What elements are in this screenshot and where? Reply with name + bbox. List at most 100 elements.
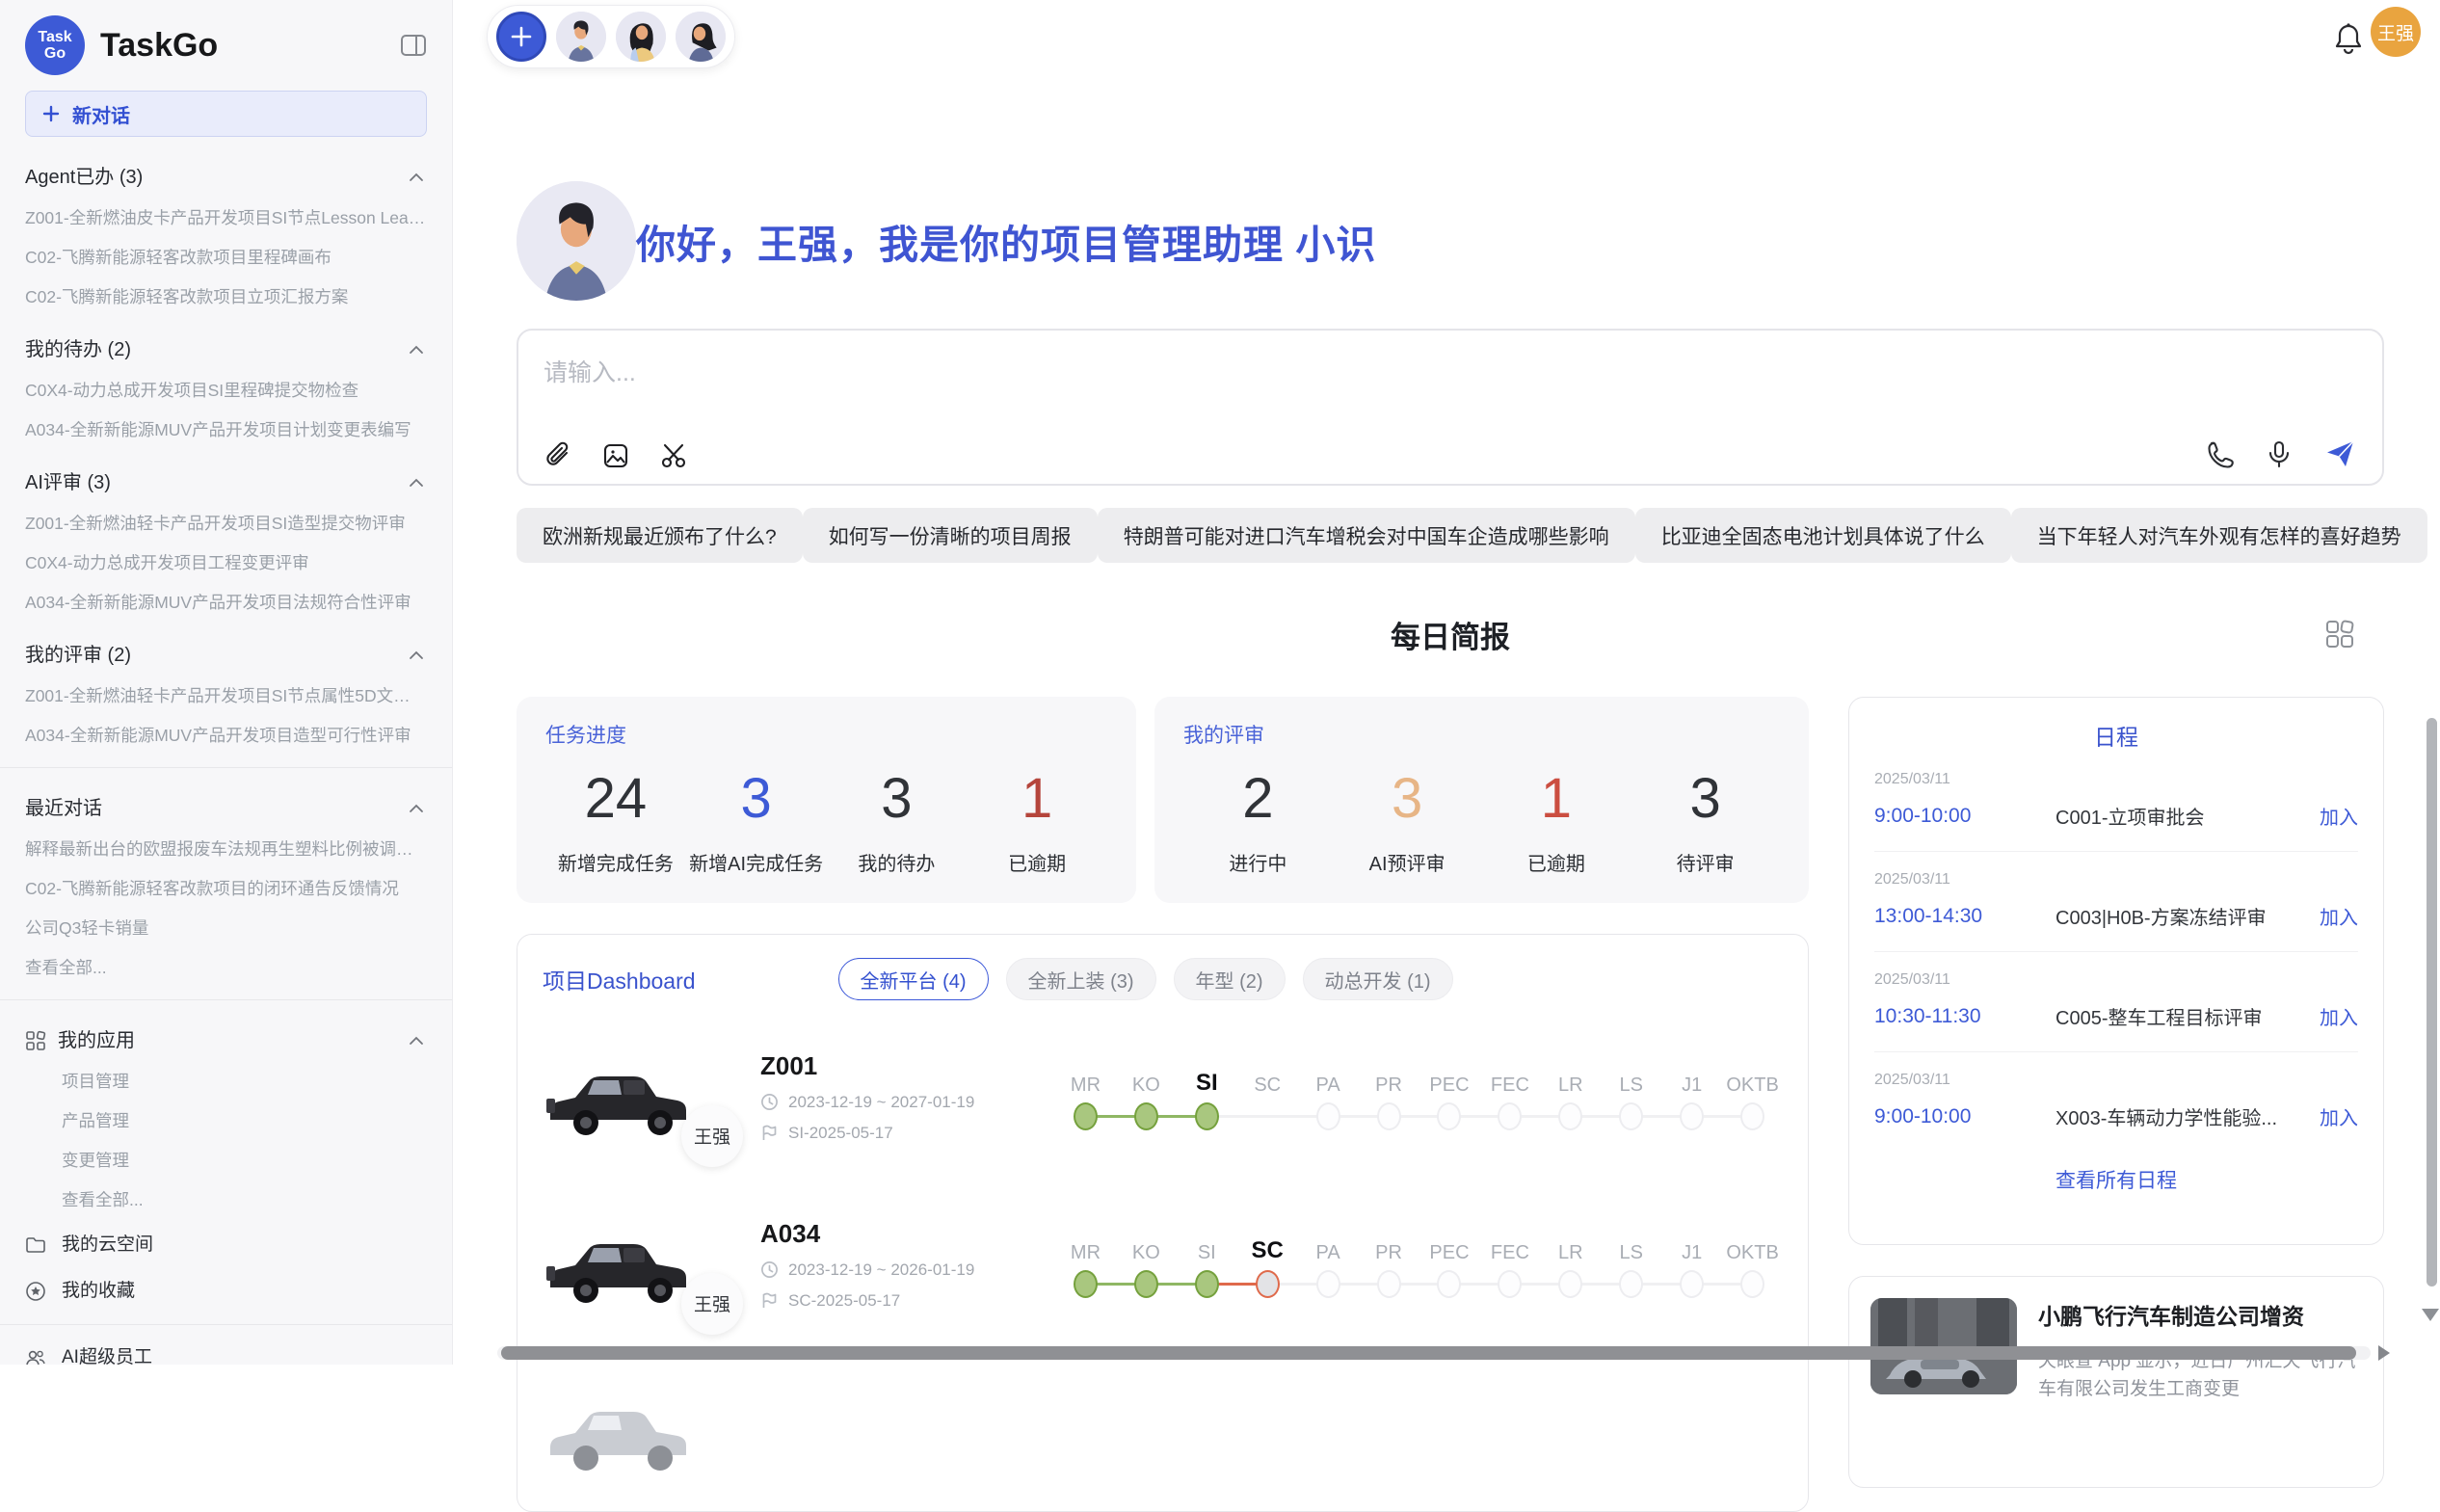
suggestion-chip[interactable]: 特朗普可能对进口汽车增税会对中国车企造成哪些影响 [1098,508,1635,563]
suggestion-chip[interactable]: 当下年轻人对汽车外观有怎样的喜好趋势 [2011,508,2427,563]
dashboard-tab[interactable]: 全新平台 (4) [838,958,989,1000]
chevron-up-icon[interactable] [406,472,427,493]
sidebar-item[interactable]: 产品管理 [25,1108,427,1133]
milestone-label: SC [1254,1064,1281,1097]
project-car-image: 王强 [543,1218,728,1312]
add-session-button[interactable] [496,12,546,62]
project-code[interactable]: A034 [760,1219,1049,1249]
dashboard-tab[interactable]: 年型 (2) [1174,958,1286,1000]
sidebar-item[interactable]: 变更管理 [25,1148,427,1173]
project-list: 王强Z0012023-12-19 ~ 2027-01-19SI-2025-05-… [543,1025,1783,1503]
milestone: MR [1055,1232,1116,1298]
scroll-right-arrow[interactable] [2378,1345,2390,1361]
sidebar-item[interactable]: Z001-全新燃油轻卡产品开发项目SI造型提交物评审 [25,511,427,536]
event-join-link[interactable]: 加入 [2320,902,2358,930]
user-avatar[interactable]: 王强 [2371,7,2421,57]
microphone-icon[interactable] [2265,439,2294,468]
milestone-label: FEC [1491,1064,1529,1097]
project-meta: SI-2025-05-17 [760,1124,1049,1143]
event-join-link[interactable]: 加入 [2320,1002,2358,1030]
sidebar-item-favorites[interactable]: 我的收藏 [25,1278,427,1305]
sidebar-item[interactable]: A034-全新新能源MUV产品开发项目计划变更表编写 [25,417,427,442]
layout-grid-icon[interactable] [2324,619,2355,650]
agent-avatar-1[interactable] [556,12,606,62]
logo-text-top: Task [38,29,71,45]
chevron-up-icon[interactable] [406,1030,427,1051]
screenshot-scissors-icon[interactable] [659,441,688,470]
new-chat-button[interactable]: 新对话 [25,91,427,137]
sidebar-item[interactable]: A034-全新新能源MUV产品开发项目造型可行性评审 [25,723,427,748]
chat-input-card[interactable]: 请输入... [517,329,2384,486]
sidebar-item-cloud-space[interactable]: 我的云空间 [25,1232,427,1259]
milestone-label: LR [1558,1064,1583,1097]
milestone-label: J1 [1682,1064,1702,1097]
event-join-link[interactable]: 加入 [2320,1102,2358,1130]
schedule-event: 2025/03/119:00-10:00C001-立项审批会加入 [1874,752,2358,852]
sidebar-section-header[interactable]: AI评审 (3) [25,469,427,496]
sidebar-section-header[interactable]: 最近对话 [25,795,427,822]
daily-briefing-title: 每日简报 [517,613,2384,656]
vertical-scrollbar-thumb[interactable] [2427,718,2437,1287]
chevron-up-icon[interactable] [406,167,427,188]
sidebar-item[interactable]: C02-飞腾新能源轻客改款项目的闭环通告反馈情况 [25,876,427,901]
milestone-dot [1377,1102,1401,1130]
session-toolbar [487,5,735,68]
scroll-down-arrow[interactable] [2422,1309,2439,1321]
sidebar-item[interactable]: Z001-全新燃油轻卡产品开发项目SI节点属性5D文件评审 [25,683,427,708]
schedule-event: 2025/03/1110:30-11:30C005-整车工程目标评审加入 [1874,952,2358,1052]
sidebar-collapse-icon[interactable] [400,33,427,58]
voice-call-icon[interactable] [2205,439,2234,468]
greeting-block: 你好，王强，我是你的项目管理助理 小识 [517,181,1376,301]
project-code[interactable]: Z001 [760,1051,1049,1081]
project-row-partial [543,1361,1783,1503]
dashboard-tab[interactable]: 动总开发 (1) [1303,958,1453,1000]
sidebar-divider [0,767,452,768]
news-card[interactable]: 小鹏飞行汽车制造公司增资 天眼查 App 显示，近日广州汇天飞行汽车有限公司发生… [1848,1276,2384,1488]
suggestion-chip[interactable]: 比亚迪全固态电池计划具体说了什么 [1635,508,2011,563]
attachment-icon[interactable] [544,441,572,470]
notification-bell-icon[interactable] [2332,21,2365,56]
sidebar-item[interactable]: 查看全部... [25,955,427,980]
sidebar-item[interactable]: C02-飞腾新能源轻客改款项目立项汇报方案 [25,284,427,309]
briefing-stats-row: 任务进度24新增完成任务3新增AI完成任务3我的待办1已逾期我的评审2进行中3A… [517,697,1809,903]
stat-card-title: 任务进度 [545,720,1107,749]
chevron-up-icon[interactable] [406,798,427,819]
chevron-up-icon[interactable] [406,339,427,360]
milestone-label: MR [1071,1064,1101,1097]
sidebar-section-header[interactable]: 我的评审 (2) [25,642,427,669]
send-icon[interactable] [2324,438,2357,470]
sidebar-section-header[interactable]: 我的应用 [25,1027,427,1054]
chevron-up-icon[interactable] [406,645,427,666]
suggestion-chip[interactable]: 如何写一份清晰的项目周报 [803,508,1098,563]
image-upload-icon[interactable] [601,441,630,470]
dashboard-tab[interactable]: 全新上装 (3) [1006,958,1156,1000]
sidebar-section-header[interactable]: 我的待办 (2) [25,336,427,363]
schedule-title: 日程 [1874,719,2358,752]
milestone: SI [1177,1232,1237,1298]
sidebar-section-header[interactable]: Agent已办 (3) [25,164,427,191]
horizontal-scrollbar-thumb[interactable] [501,1346,2356,1360]
sidebar-item[interactable]: Z001-全新燃油皮卡产品开发项目SI节点Lesson Learn报告 [25,205,427,230]
agent-avatar-2[interactable] [616,12,666,62]
sidebar-item[interactable]: 公司Q3轻卡销量 [25,915,427,941]
stat-columns: 2进行中3AI预评审1已逾期3待评审 [1183,766,1780,876]
event-join-link[interactable]: 加入 [2320,802,2358,830]
sidebar-item[interactable]: C02-飞腾新能源轻客改款项目里程碑画布 [25,245,427,270]
sidebar-item[interactable]: C0X4-动力总成开发项目SI里程碑提交物检查 [25,378,427,403]
flag-icon [760,1291,779,1310]
stat-value: 3 [1333,766,1482,831]
view-all-schedule-link[interactable]: 查看所有日程 [1874,1165,2358,1194]
project-row: 王强Z0012023-12-19 ~ 2027-01-19SI-2025-05-… [543,1025,1783,1168]
sidebar-item[interactable]: C0X4-动力总成开发项目工程变更评审 [25,550,427,575]
sidebar-item-ai-staff[interactable]: AI超级员工 [25,1344,427,1365]
app-logo: Task Go [25,15,85,75]
suggestion-chip[interactable]: 欧洲新规最近颁布了什么? [517,508,803,563]
sidebar-item[interactable]: 查看全部... [25,1187,427,1212]
sidebar-item[interactable]: 解释最新出台的欧盟报废车法规再生塑料比例被调至15%... [25,836,427,862]
sidebar-item[interactable]: A034-全新新能源MUV产品开发项目法规符合性评审 [25,590,427,615]
milestone-label: MR [1071,1232,1101,1264]
project-meta: SC-2025-05-17 [760,1291,1049,1311]
agent-avatar-3[interactable] [676,12,726,62]
sidebar-item[interactable]: 项目管理 [25,1069,427,1094]
milestone-dot [1437,1270,1461,1298]
